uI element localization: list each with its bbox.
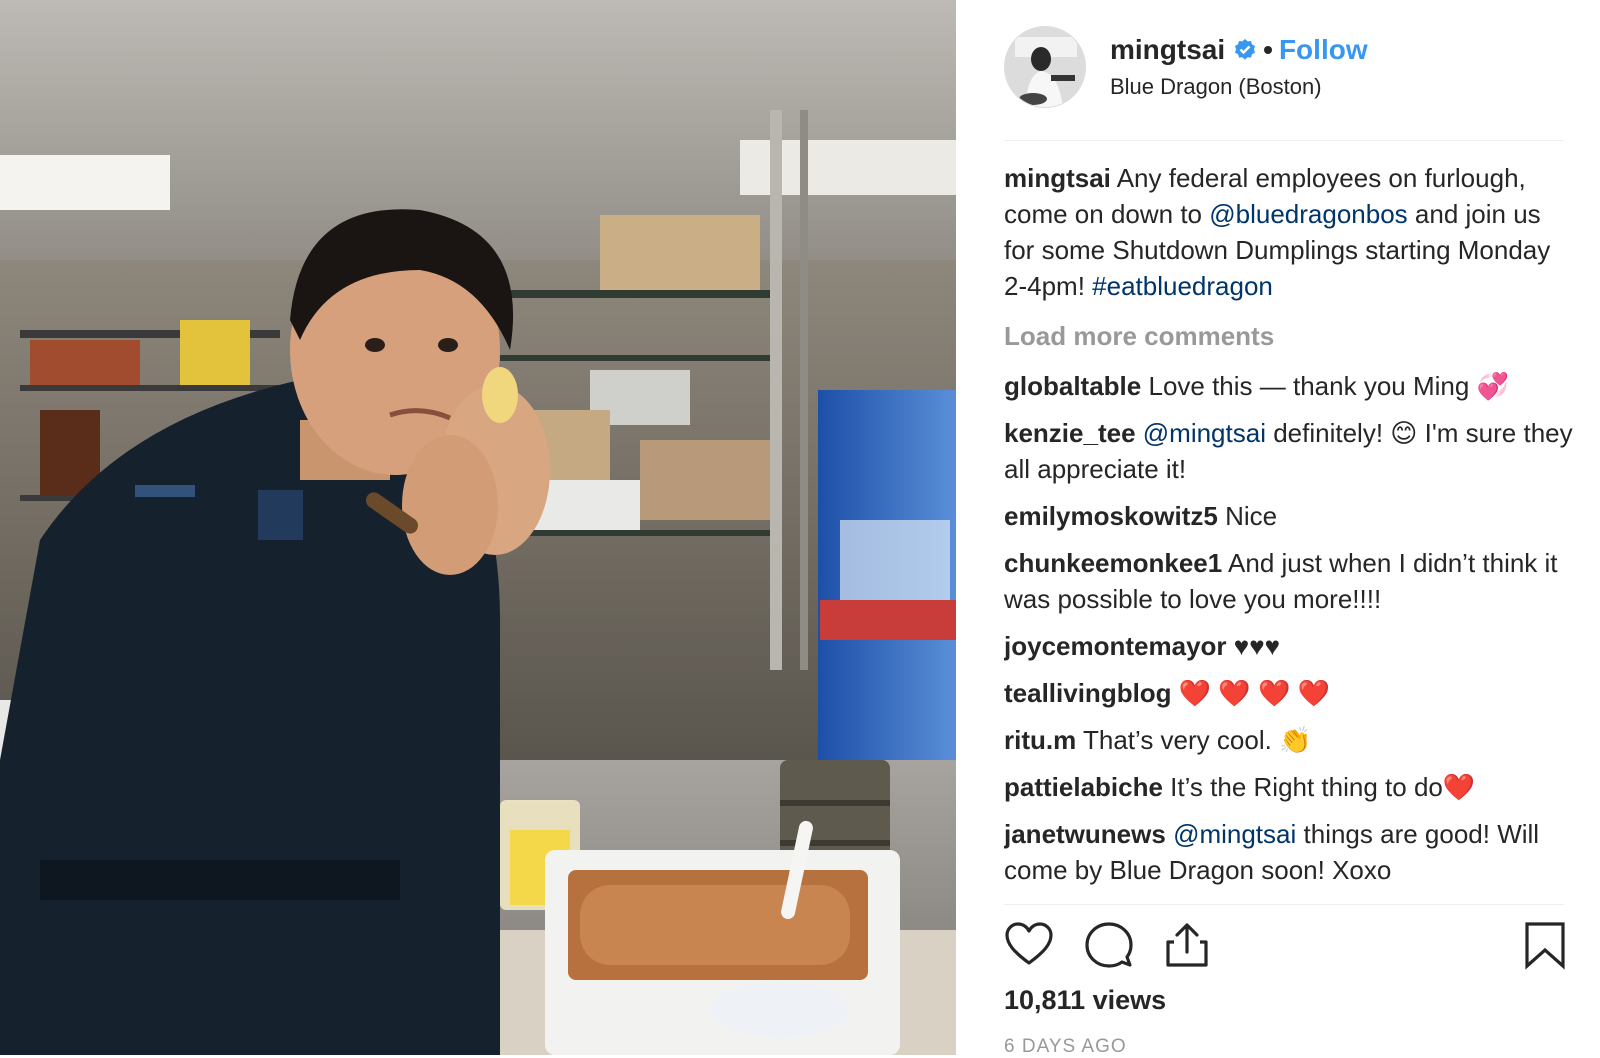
caption-hashtag[interactable]: #eatbluedragon bbox=[1092, 271, 1273, 301]
kitchen-scene-image bbox=[0, 0, 956, 1055]
comment-username[interactable]: ritu.m bbox=[1004, 725, 1076, 755]
comment-text: It’s the Right thing to do❤️ bbox=[1170, 772, 1476, 802]
comment-username[interactable]: pattielabiche bbox=[1004, 772, 1163, 802]
avatar[interactable] bbox=[1004, 26, 1086, 108]
comment-text: Love this — thank you Ming 💞 bbox=[1148, 371, 1509, 401]
caption-mention[interactable]: @bluedragonbos bbox=[1209, 199, 1407, 229]
avatar-image bbox=[1005, 27, 1085, 107]
comment-item: ritu.m That’s very cool. 👏 bbox=[1004, 722, 1574, 758]
header-divider bbox=[1004, 140, 1564, 141]
comment-username[interactable]: teallivingblog bbox=[1004, 678, 1172, 708]
comment-username[interactable]: globaltable bbox=[1004, 371, 1141, 401]
comment-username[interactable]: janetwunews bbox=[1004, 819, 1166, 849]
post-side-panel: mingtsai • Follow Blue Dragon (Boston) min… bbox=[956, 0, 1600, 1057]
comment-item: globaltable Love this — thank you Ming 💞 bbox=[1004, 368, 1574, 404]
load-more-comments-button[interactable]: Load more comments bbox=[1004, 318, 1574, 354]
comment-item: joycemontemayor ♥♥♥ bbox=[1004, 628, 1574, 664]
comment-item: emilymoskowitz5 Nice bbox=[1004, 498, 1574, 534]
comment-username[interactable]: chunkeemonkee1 bbox=[1004, 548, 1222, 578]
bookmark-icon[interactable] bbox=[1520, 920, 1570, 970]
share-icon[interactable] bbox=[1162, 920, 1212, 970]
comments-list[interactable]: mingtsai Any federal employees on furlou… bbox=[1004, 160, 1574, 900]
comment-item: janetwunews @mingtsai things are good! W… bbox=[1004, 816, 1574, 888]
post-header: mingtsai • Follow Blue Dragon (Boston) bbox=[1004, 24, 1540, 114]
comment-username[interactable]: emilymoskowitz5 bbox=[1004, 501, 1218, 531]
comment-item: chunkeemonkee1 And just when I didn’t th… bbox=[1004, 545, 1574, 617]
comment-username[interactable]: kenzie_tee bbox=[1004, 418, 1136, 448]
comment-item: pattielabiche It’s the Right thing to do… bbox=[1004, 769, 1574, 805]
post-username[interactable]: mingtsai bbox=[1110, 34, 1225, 65]
post-location[interactable]: Blue Dragon (Boston) bbox=[1110, 74, 1322, 100]
actions-divider bbox=[1004, 904, 1564, 905]
verified-badge-icon bbox=[1233, 37, 1257, 61]
views-count[interactable]: 10,811 views bbox=[1004, 985, 1166, 1016]
comment-mention[interactable]: @mingtsai bbox=[1173, 819, 1296, 849]
follow-button[interactable]: Follow bbox=[1279, 34, 1368, 65]
comment-text: ♥♥♥ bbox=[1233, 631, 1281, 661]
header-user-line: mingtsai • Follow bbox=[1110, 34, 1368, 66]
caption-username[interactable]: mingtsai bbox=[1004, 163, 1111, 193]
comment-text: That’s very cool. 👏 bbox=[1083, 725, 1312, 755]
comment-text: ❤️ ❤️ ❤️ ❤️ bbox=[1178, 678, 1330, 708]
comment-item: kenzie_tee @mingtsai definitely! 😊 I'm s… bbox=[1004, 415, 1574, 487]
comment-bubble-icon[interactable] bbox=[1084, 920, 1134, 970]
heart-icon[interactable] bbox=[1004, 920, 1054, 970]
comment-text: Nice bbox=[1225, 501, 1278, 531]
separator-dot: • bbox=[1263, 34, 1273, 65]
post-caption: mingtsai Any federal employees on furlou… bbox=[1004, 160, 1574, 304]
comment-item: teallivingblog ❤️ ❤️ ❤️ ❤️ bbox=[1004, 675, 1574, 711]
post-video[interactable] bbox=[0, 0, 956, 1055]
comment-mention[interactable]: @mingtsai bbox=[1143, 418, 1266, 448]
comment-username[interactable]: joycemontemayor bbox=[1004, 631, 1227, 661]
action-bar bbox=[1004, 916, 1565, 974]
